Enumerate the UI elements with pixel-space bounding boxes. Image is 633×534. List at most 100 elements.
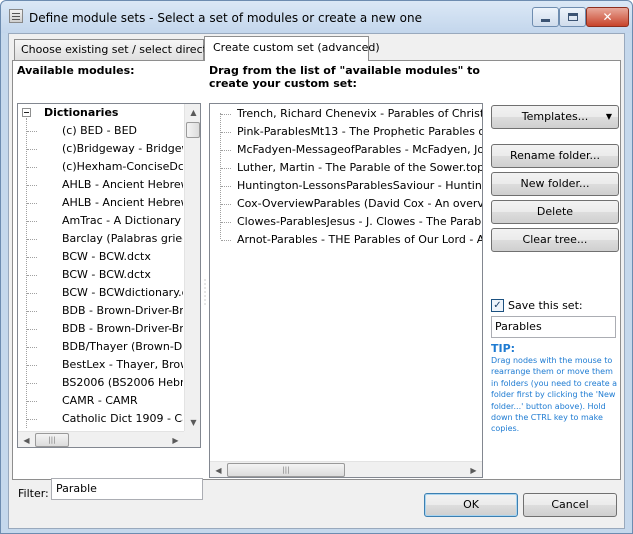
maximize-icon bbox=[567, 13, 578, 21]
module-list-item[interactable]: (c) BED - BED bbox=[62, 122, 183, 140]
save-set-checkbox[interactable]: ✓ bbox=[491, 298, 504, 312]
delete-button[interactable]: Delete bbox=[491, 200, 619, 224]
tree-line bbox=[27, 221, 37, 222]
tip-text: Drag nodes with the mouse to rearrange t… bbox=[491, 356, 618, 434]
module-list-item[interactable]: AmTrac - A Dictionary of bbox=[62, 212, 183, 230]
tree-line bbox=[27, 383, 37, 384]
scroll-left-arrow-icon[interactable]: ◀ bbox=[18, 432, 35, 447]
module-list-item[interactable]: AHLB - Ancient Hebrew bbox=[62, 194, 183, 212]
tree-line bbox=[221, 168, 231, 169]
tab-choose-existing-set[interactable]: Choose existing set / select directly bbox=[14, 39, 217, 61]
module-list-item[interactable]: (c)Hexham-ConciseDctR bbox=[62, 158, 183, 176]
tree-line bbox=[27, 293, 37, 294]
custom-set-item[interactable]: Luther, Martin - The Parable of the Sowe… bbox=[237, 159, 482, 177]
filter-input[interactable]: Parable bbox=[51, 478, 203, 500]
title-bar[interactable]: Define module sets - Select a set of mod… bbox=[1, 1, 632, 33]
window-title: Define module sets - Select a set of mod… bbox=[29, 11, 423, 25]
set-name-input[interactable]: Parables bbox=[491, 316, 616, 338]
tree-line bbox=[27, 203, 37, 204]
minimize-icon bbox=[541, 18, 550, 22]
tree-line bbox=[27, 419, 37, 420]
tab-create-custom-set[interactable]: Create custom set (advanced) bbox=[204, 36, 380, 61]
left-horizontal-scrollbar[interactable]: ◀ ||| ▶ bbox=[18, 431, 184, 447]
tree-line bbox=[27, 329, 37, 330]
templates-button[interactable]: Templates... ▼ bbox=[491, 105, 619, 129]
right-horizontal-scrollbar[interactable]: ◀ ||| ▶ bbox=[210, 461, 482, 477]
custom-set-item[interactable]: Huntington-LessonsParablesSaviour - Hunt… bbox=[237, 177, 482, 195]
rename-folder-button[interactable]: Rename folder... bbox=[491, 144, 619, 168]
module-list-item[interactable]: BestLex - Thayer, Brown bbox=[62, 356, 183, 374]
custom-set-tree[interactable]: Trench, Richard Chenevix - Parables of C… bbox=[209, 103, 483, 478]
save-set-checkbox-row[interactable]: ✓ Save this set: bbox=[491, 297, 583, 313]
cancel-button[interactable]: Cancel bbox=[523, 493, 617, 517]
tree-line bbox=[27, 347, 37, 348]
module-list-item[interactable]: (c)Bridgeway - Bridgewa bbox=[62, 140, 183, 158]
custom-set-item[interactable]: Arnot-Parables - THE Parables of Our Lor… bbox=[237, 231, 482, 249]
tree-line bbox=[27, 257, 37, 258]
tree-line bbox=[221, 186, 231, 187]
scroll-right-arrow-icon[interactable]: ▶ bbox=[167, 432, 184, 447]
templates-button-label: Templates... bbox=[521, 110, 589, 123]
tree-line bbox=[27, 401, 37, 402]
panel-splitter[interactable]: · · · · · · · bbox=[203, 277, 207, 309]
tree-line bbox=[27, 131, 37, 132]
module-list-item[interactable]: Catholic Dict 1909 - Cat bbox=[62, 410, 183, 428]
clear-tree-button[interactable]: Clear tree... bbox=[491, 228, 619, 252]
dialog-client-area: Choose existing set / select directly Cr… bbox=[8, 33, 625, 529]
tree-line bbox=[221, 150, 231, 151]
custom-set-item[interactable]: McFadyen-MessageofParables - McFadyen, J… bbox=[237, 141, 482, 159]
tip-title: TIP: bbox=[491, 342, 516, 355]
module-list-item[interactable]: CAMR - CAMR bbox=[62, 392, 183, 410]
scroll-thumb[interactable]: ||| bbox=[35, 433, 69, 447]
module-list-item[interactable]: BCW - BCW.dctx bbox=[62, 248, 183, 266]
scroll-right-arrow-icon[interactable]: ▶ bbox=[465, 462, 482, 477]
module-list-item[interactable]: BCW - BCWdictionary.d bbox=[62, 284, 183, 302]
tree-line bbox=[221, 132, 231, 133]
custom-set-item[interactable]: Cox-OverviewParables (David Cox - An ove… bbox=[237, 195, 482, 213]
scroll-left-arrow-icon[interactable]: ◀ bbox=[210, 462, 227, 477]
available-modules-tree[interactable]: Dictionaries (c) BED - BED (c)Bridgeway -… bbox=[17, 103, 201, 448]
checkmark-icon: ✓ bbox=[493, 299, 502, 311]
tree-line bbox=[27, 365, 37, 366]
left-vertical-scrollbar[interactable]: ▲ ▼ bbox=[184, 104, 200, 431]
maximize-button[interactable] bbox=[559, 7, 586, 27]
module-list-item[interactable]: AHLB - Ancient Hebrew bbox=[62, 176, 183, 194]
minimize-button[interactable] bbox=[532, 7, 559, 27]
tree-line bbox=[27, 311, 37, 312]
tree-line bbox=[27, 167, 37, 168]
custom-set-instructions: Drag from the list of "available modules… bbox=[209, 64, 480, 90]
collapse-icon[interactable] bbox=[22, 108, 31, 117]
tree-line bbox=[27, 239, 37, 240]
ok-button[interactable]: OK bbox=[424, 493, 518, 517]
tree-line bbox=[27, 149, 37, 150]
close-icon: ✕ bbox=[602, 10, 613, 24]
tree-line bbox=[221, 240, 231, 241]
tree-line bbox=[221, 204, 231, 205]
tree-line bbox=[26, 118, 27, 428]
module-list-item[interactable]: BDB - Brown-Driver-Brig bbox=[62, 302, 183, 320]
filter-label: Filter: bbox=[18, 487, 49, 500]
tree-line bbox=[27, 275, 37, 276]
module-list-item[interactable]: BDB/Thayer (Brown-Driv bbox=[62, 338, 183, 356]
custom-set-item[interactable]: Pink-ParablesMt13 - The Prophetic Parabl… bbox=[237, 123, 482, 141]
scroll-thumb[interactable]: ||| bbox=[227, 463, 345, 477]
app-icon bbox=[9, 9, 23, 23]
tree-line bbox=[221, 114, 231, 115]
dropdown-arrow-icon: ▼ bbox=[605, 112, 612, 121]
custom-set-item[interactable]: Clowes-ParablesJesus - J. Clowes - The P… bbox=[237, 213, 482, 231]
scroll-down-arrow-icon[interactable]: ▼ bbox=[185, 414, 200, 431]
new-folder-button[interactable]: New folder... bbox=[491, 172, 619, 196]
tree-node-dictionaries[interactable]: Dictionaries bbox=[18, 104, 183, 122]
save-set-label: Save this set: bbox=[508, 298, 583, 312]
scroll-thumb[interactable] bbox=[186, 122, 200, 138]
module-list-item[interactable]: BS2006 (BS2006 Hebrew bbox=[62, 374, 183, 392]
tab-page-custom-set: Available modules: Drag from the list of… bbox=[12, 60, 621, 500]
tree-node-label: Dictionaries bbox=[44, 106, 119, 119]
close-button[interactable]: ✕ bbox=[586, 7, 629, 27]
available-modules-header: Available modules: bbox=[17, 64, 135, 77]
module-list-item[interactable]: Barclay (Palabras griega bbox=[62, 230, 183, 248]
scroll-up-arrow-icon[interactable]: ▲ bbox=[185, 104, 200, 121]
module-list-item[interactable]: BDB - Brown-Driver-Brig bbox=[62, 320, 183, 338]
custom-set-item[interactable]: Trench, Richard Chenevix - Parables of C… bbox=[237, 105, 482, 123]
module-list-item[interactable]: BCW - BCW.dctx bbox=[62, 266, 183, 284]
